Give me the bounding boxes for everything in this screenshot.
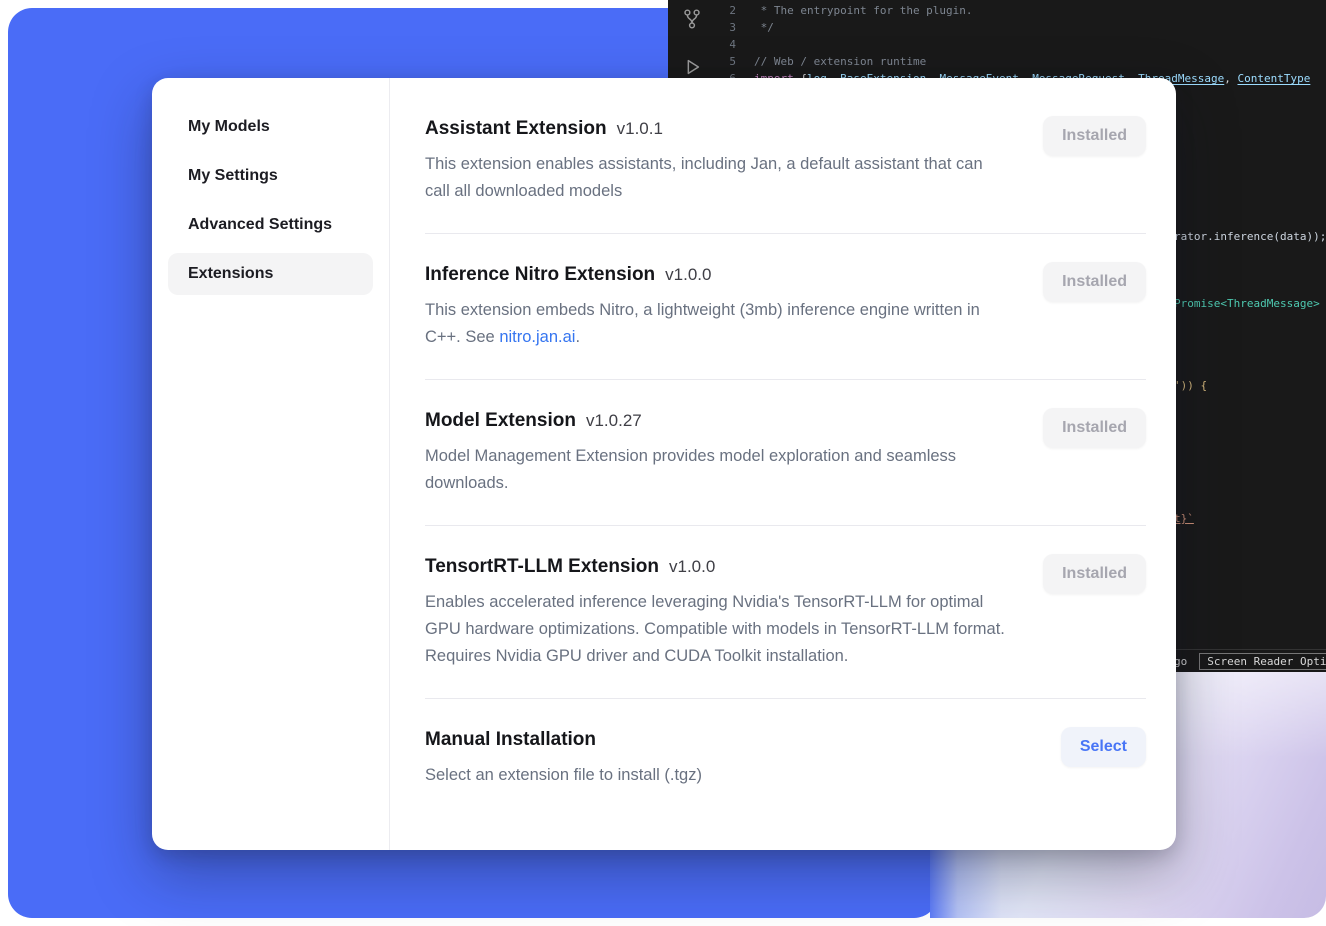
code-comment: */ — [754, 21, 774, 34]
extension-row-inference-nitro: Inference Nitro Extension v1.0.0 This ex… — [425, 234, 1146, 380]
sidebar-item-label: Advanced Settings — [188, 216, 332, 234]
sidebar-item-my-models[interactable]: My Models — [168, 106, 373, 148]
extension-description: This extension embeds Nitro, a lightweig… — [425, 297, 1010, 351]
extension-version: v1.0.0 — [665, 265, 711, 285]
extension-description: Enables accelerated inference leveraging… — [425, 589, 1010, 670]
manual-installation-description: Select an extension file to install (.tg… — [425, 762, 702, 789]
code-line: 3 */ — [708, 19, 1326, 36]
installed-button[interactable]: Installed — [1043, 116, 1146, 156]
extension-title: Model Extension v1.0.27 — [425, 408, 1010, 434]
code-fragment: ')) { — [1174, 379, 1207, 392]
extension-version: v1.0.1 — [617, 119, 663, 139]
extensions-list: Assistant Extension v1.0.1 This extensio… — [390, 78, 1176, 850]
line-number: 3 — [708, 19, 736, 36]
installed-button[interactable]: Installed — [1043, 408, 1146, 448]
code-fragment: rator.inference(data)); — [1174, 230, 1326, 243]
installed-button[interactable]: Installed — [1043, 262, 1146, 302]
extension-name: TensortRT-LLM Extension — [425, 554, 659, 580]
extension-version: v1.0.27 — [586, 411, 642, 431]
manual-installation-row: Manual Installation Select an extension … — [425, 699, 1146, 817]
extension-info: Assistant Extension v1.0.1 This extensio… — [425, 116, 1010, 205]
extension-row-assistant: Assistant Extension v1.0.1 This extensio… — [425, 104, 1146, 234]
extension-title: Assistant Extension v1.0.1 — [425, 116, 1010, 142]
manual-installation-title: Manual Installation — [425, 727, 702, 753]
select-file-button[interactable]: Select — [1061, 727, 1146, 767]
extension-name: Assistant Extension — [425, 116, 607, 142]
extension-info: TensortRT-LLM Extension v1.0.0 Enables a… — [425, 554, 1010, 670]
extension-row-model: Model Extension v1.0.27 Model Management… — [425, 380, 1146, 526]
sidebar-item-label: Extensions — [188, 265, 273, 283]
line-number: 5 — [708, 53, 736, 70]
code-fragment: t}` — [1174, 512, 1194, 525]
extension-title: TensortRT-LLM Extension v1.0.0 — [425, 554, 1010, 580]
sidebar-item-my-settings[interactable]: My Settings — [168, 155, 373, 197]
description-text: . — [575, 328, 580, 346]
extension-description: This extension enables assistants, inclu… — [425, 151, 1010, 205]
sidebar-item-extensions[interactable]: Extensions — [168, 253, 373, 295]
code-lines: 2 * The entrypoint for the plugin. 3 */ … — [708, 2, 1326, 87]
extension-title: Inference Nitro Extension v1.0.0 — [425, 262, 1010, 288]
extension-name: Model Extension — [425, 408, 576, 434]
settings-modal: My Models My Settings Advanced Settings … — [152, 78, 1176, 850]
extension-info: Model Extension v1.0.27 Model Management… — [425, 408, 1010, 497]
code-line: 4 — [708, 36, 1326, 53]
settings-sidebar: My Models My Settings Advanced Settings … — [152, 78, 390, 850]
import-id: ContentType — [1238, 72, 1311, 85]
manual-installation-info: Manual Installation Select an extension … — [425, 727, 702, 789]
manual-installation-heading: Manual Installation — [425, 727, 596, 753]
sidebar-item-label: My Settings — [188, 167, 278, 185]
separator: , — [1224, 72, 1237, 85]
extension-row-tensorrt-llm: TensortRT-LLM Extension v1.0.0 Enables a… — [425, 526, 1146, 699]
extension-name: Inference Nitro Extension — [425, 262, 655, 288]
sidebar-item-advanced-settings[interactable]: Advanced Settings — [168, 204, 373, 246]
code-line: 5 // Web / extension runtime — [708, 53, 1326, 70]
screen-reader-optimized-badge[interactable]: Screen Reader Optimized — [1199, 653, 1326, 670]
installed-button[interactable]: Installed — [1043, 554, 1146, 594]
sidebar-item-label: My Models — [188, 118, 270, 136]
editor-activity-bar — [676, 8, 708, 78]
code-comment: // Web / extension runtime — [754, 55, 926, 68]
extension-description: Model Management Extension provides mode… — [425, 443, 1010, 497]
extension-info: Inference Nitro Extension v1.0.0 This ex… — [425, 262, 1010, 351]
line-number: 2 — [708, 2, 736, 19]
nitro-jan-ai-link[interactable]: nitro.jan.ai — [499, 328, 575, 346]
extension-version: v1.0.0 — [669, 557, 715, 577]
line-number: 4 — [708, 36, 736, 53]
page-background: 2 * The entrypoint for the plugin. 3 */ … — [0, 0, 1326, 926]
run-play-icon[interactable] — [681, 56, 703, 78]
code-line: 2 * The entrypoint for the plugin. — [708, 2, 1326, 19]
code-fragment: Promise<ThreadMessage> — [1174, 297, 1320, 310]
source-control-fork-icon[interactable] — [681, 8, 703, 30]
code-comment: * The entrypoint for the plugin. — [754, 4, 973, 17]
